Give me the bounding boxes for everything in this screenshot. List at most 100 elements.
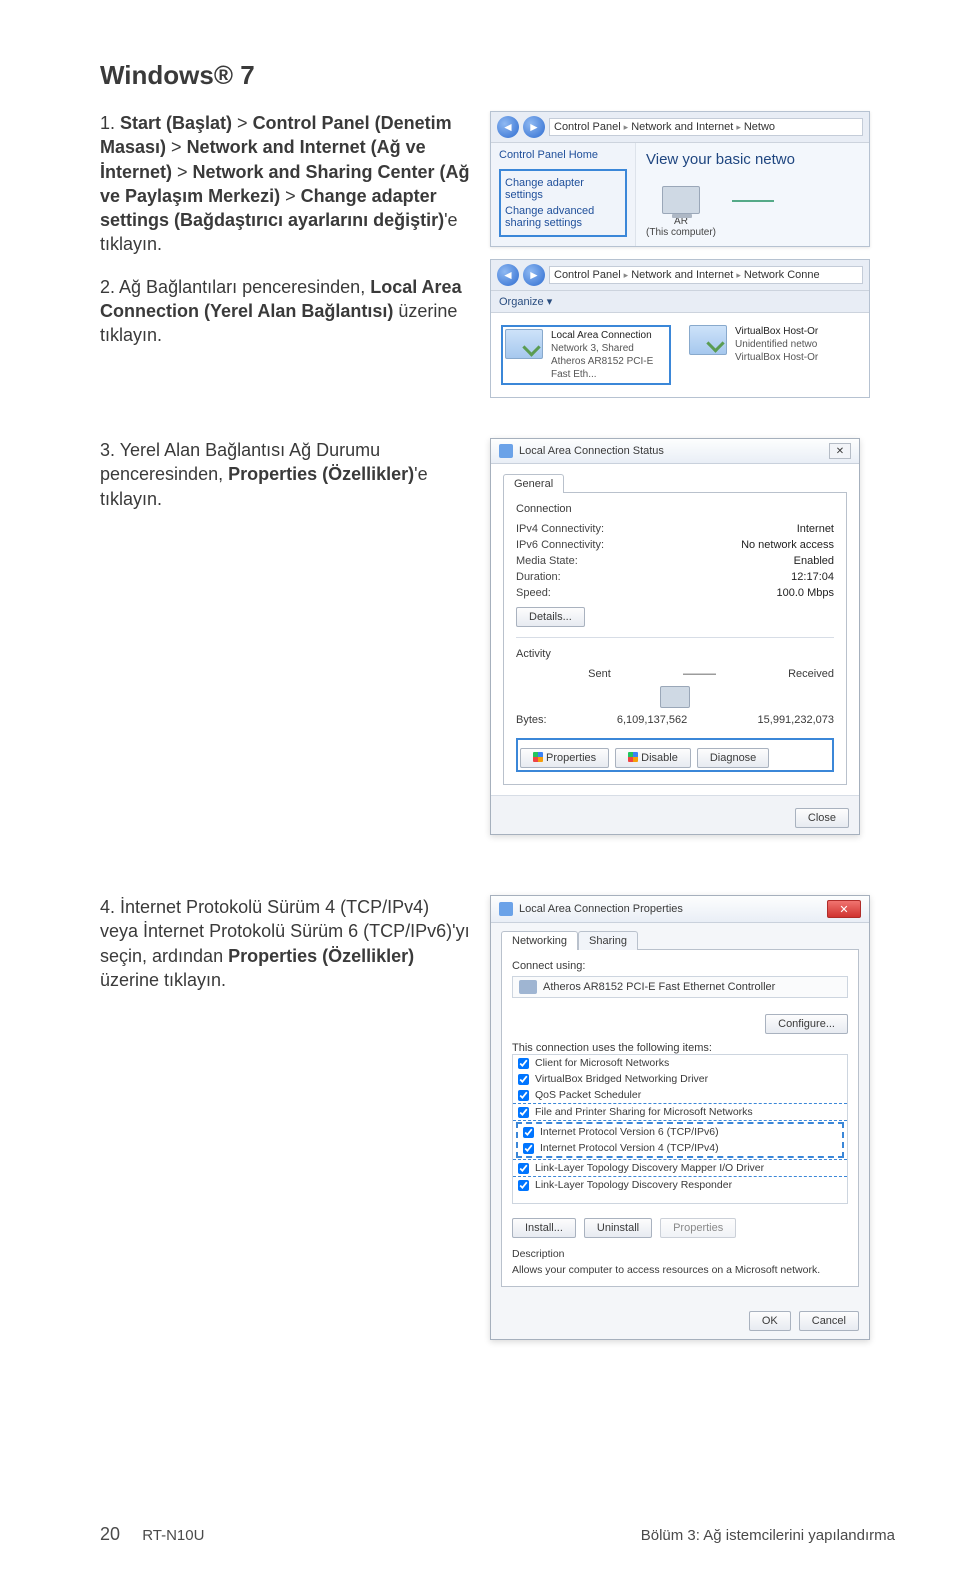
lac-l2: Network 3, Shared [551, 342, 667, 355]
s1-p2: > [166, 137, 187, 157]
disable-button[interactable]: Disable [615, 748, 691, 768]
k: Speed: [516, 587, 551, 599]
items-list[interactable]: Client for Microsoft Networks VirtualBox… [512, 1054, 848, 1204]
network-connections-window: ◄ ► Control Panel ▸ Network and Internet… [490, 259, 870, 398]
prop-pane: Connect using: Atheros AR8152 PCI-E Fast… [501, 949, 859, 1287]
highlight-box: Internet Protocol Version 6 (TCP/IPv6) I… [516, 1122, 844, 1158]
change-adapter-settings-link[interactable]: Change adapter settings [505, 177, 621, 201]
step-3-text: 3. Yerel Alan Bağlantısı Ağ Durumu pence… [100, 438, 470, 511]
bytes-sent: 6,109,137,562 [617, 714, 687, 726]
cancel-button[interactable]: Cancel [799, 1311, 859, 1331]
checkbox[interactable] [518, 1074, 529, 1085]
checkbox[interactable] [518, 1058, 529, 1069]
nc-address-bar: ◄ ► Control Panel ▸ Network and Internet… [491, 260, 869, 291]
organize-toolbar[interactable]: Organize ▾ [491, 291, 869, 313]
chapter-label: Bölüm 3: Ağ istemcilerini yapılandırma [641, 1527, 895, 1544]
dialog-title-bar: Local Area Connection Status ✕ [491, 439, 859, 464]
v: Enabled [794, 555, 834, 567]
s3-b1: Properties (Özellikler) [228, 464, 414, 484]
v: 100.0 Mbps [777, 587, 834, 599]
network-map: AR (This computer) [646, 186, 859, 238]
back-button[interactable]: ◄ [497, 116, 519, 138]
row-speed: Speed: 100.0 Mbps [516, 585, 834, 601]
nic-box: Atheros AR8152 PCI-E Fast Ethernet Contr… [512, 976, 848, 998]
step-2-para: 2. Ağ Bağlantıları penceresinden, Local … [100, 275, 470, 348]
list-item[interactable]: Client for Microsoft Networks [513, 1055, 847, 1071]
change-adv-sharing-link[interactable]: Change advanced sharing settings [505, 205, 621, 229]
list-item-ipv4[interactable]: Internet Protocol Version 4 (TCP/IPv4) [518, 1140, 842, 1156]
step-3-num: 3. [100, 440, 120, 460]
tab-sharing[interactable]: Sharing [578, 931, 638, 950]
model-name: RT-N10U [142, 1527, 204, 1544]
list-item[interactable]: File and Printer Sharing for Microsoft N… [513, 1103, 847, 1121]
row-media: Media State: Enabled [516, 553, 834, 569]
ok-button[interactable]: OK [749, 1311, 791, 1331]
lac-name: Local Area Connection [551, 329, 667, 342]
install-button[interactable]: Install... [512, 1218, 576, 1238]
activity-icons [516, 686, 834, 708]
cp-home-link[interactable]: Control Panel Home [499, 149, 627, 161]
crumb-control-panel: Control Panel [554, 269, 621, 281]
breadcrumb[interactable]: Control Panel ▸ Network and Internet ▸ N… [549, 118, 863, 136]
checkbox[interactable] [518, 1180, 529, 1191]
page-number: 20 [100, 1524, 120, 1544]
list-item[interactable]: Link-Layer Topology Discovery Mapper I/O… [513, 1159, 847, 1177]
item-label: Client for Microsoft Networks [535, 1057, 669, 1069]
dialog-body: General Connection IPv4 Connectivity:Int… [491, 464, 859, 795]
breadcrumb[interactable]: Control Panel ▸ Network and Internet ▸ N… [549, 266, 863, 284]
back-button[interactable]: ◄ [497, 264, 519, 286]
checkbox[interactable] [518, 1107, 529, 1118]
computer-icon [662, 186, 700, 214]
checkbox[interactable] [523, 1127, 534, 1138]
local-area-connection-item[interactable]: Local Area Connection Network 3, Shared … [501, 325, 671, 385]
nic-name: Atheros AR8152 PCI-E Fast Ethernet Contr… [543, 981, 775, 993]
row-ipv6: IPv6 Connectivity:No network access [516, 537, 834, 553]
v: 12:17:04 [791, 571, 834, 583]
close-button[interactable]: Close [795, 808, 849, 828]
chevron-right-icon: ▸ [624, 270, 629, 281]
v: Internet [797, 523, 834, 535]
list-item[interactable]: QoS Packet Scheduler [513, 1087, 847, 1103]
uninstall-button[interactable]: Uninstall [584, 1218, 652, 1238]
dash: ——— [683, 668, 716, 680]
step3-images: Local Area Connection Status ✕ General C… [490, 438, 895, 835]
checkbox[interactable] [523, 1143, 534, 1154]
close-button[interactable]: ✕ [827, 900, 861, 918]
checkbox[interactable] [518, 1090, 529, 1101]
configure-button[interactable]: Configure... [765, 1014, 848, 1034]
item-label: VirtualBox Bridged Networking Driver [535, 1073, 708, 1085]
details-button[interactable]: Details... [516, 607, 585, 627]
s2-p1: Ağ Bağlantıları penceresinden, [119, 277, 370, 297]
vbox-l2: Unidentified netwo [735, 338, 818, 351]
list-item-ipv6[interactable]: Internet Protocol Version 6 (TCP/IPv6) [518, 1124, 842, 1140]
close-button[interactable]: ✕ [829, 443, 851, 459]
nic-icon [519, 980, 537, 994]
list-item[interactable]: VirtualBox Bridged Networking Driver [513, 1071, 847, 1087]
virtualbox-host-item[interactable]: VirtualBox Host-Or Unidentified netwo Vi… [689, 325, 859, 385]
tab-networking[interactable]: Networking [501, 931, 578, 950]
uses-items-label: This connection uses the following items… [512, 1042, 848, 1054]
description-text: Allows your computer to access resources… [512, 1264, 848, 1276]
step4-images: Local Area Connection Properties ✕ Netwo… [490, 895, 895, 1340]
properties-button[interactable]: Properties [660, 1218, 736, 1238]
tab-general[interactable]: General [503, 474, 564, 493]
forward-button[interactable]: ► [523, 264, 545, 286]
forward-button[interactable]: ► [523, 116, 545, 138]
k: Media State: [516, 555, 578, 567]
s4-b1: Properties (Özellikler) [228, 946, 414, 966]
recv-label: Received [788, 668, 834, 680]
vbox-name: VirtualBox Host-Or [735, 325, 818, 338]
ok-cancel-row: OK Cancel [491, 1297, 869, 1339]
highlight-box: Change adapter settings Change advanced … [499, 169, 627, 237]
list-item[interactable]: Link-Layer Topology Discovery Responder [513, 1177, 847, 1193]
checkbox[interactable] [518, 1163, 529, 1174]
tab-strip: General [503, 474, 847, 493]
network-icon [499, 902, 513, 916]
description-label: Description [512, 1248, 848, 1260]
step-4-num: 4. [100, 897, 120, 917]
properties-button[interactable]: Properties [520, 748, 609, 768]
computer-icon [660, 686, 690, 708]
s1-p3: > [172, 162, 193, 182]
diagnose-button[interactable]: Diagnose [697, 748, 769, 768]
step-4-para: 4. İnternet Protokolü Sürüm 4 (TCP/IPv4)… [100, 895, 470, 992]
